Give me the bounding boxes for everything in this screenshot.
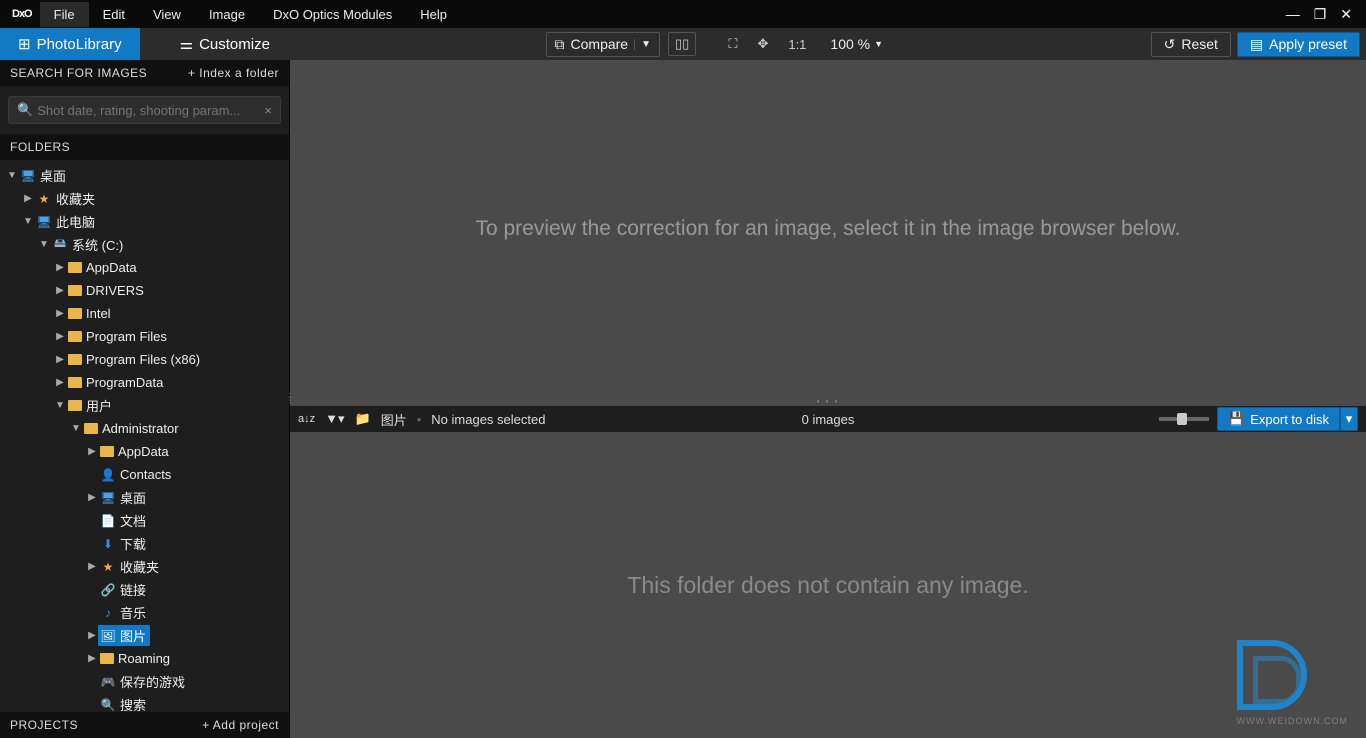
preview-message: To preview the correction for an image, … bbox=[475, 217, 1180, 241]
sliders-icon: ⚌ bbox=[180, 35, 193, 53]
search-input[interactable] bbox=[37, 103, 258, 118]
menu-image[interactable]: Image bbox=[195, 2, 259, 27]
split-view-button[interactable]: ▯▯ bbox=[668, 32, 696, 56]
browser-selection: No images selected bbox=[431, 412, 545, 427]
export-button[interactable]: 💾 Export to disk bbox=[1217, 407, 1340, 431]
menu-optics[interactable]: DxO Optics Modules bbox=[259, 2, 406, 27]
tree-programdata[interactable]: ▶ProgramData bbox=[0, 371, 289, 394]
folder-icon: 📁 bbox=[355, 411, 371, 427]
window-controls: — ❐ ✕ bbox=[1286, 6, 1362, 23]
search-header: SEARCH FOR IMAGES + Index a folder bbox=[0, 60, 289, 86]
tree-intel[interactable]: ▶Intel bbox=[0, 302, 289, 325]
thumbnail-size-slider[interactable] bbox=[1159, 417, 1209, 421]
ratio-button[interactable]: 1:1 bbox=[782, 34, 812, 55]
tree-contacts[interactable]: 👤Contacts bbox=[0, 463, 289, 486]
tree-pictures[interactable]: ▶🖼图片 bbox=[0, 624, 289, 647]
menu-view[interactable]: View bbox=[139, 2, 195, 27]
tab-photolibrary-label: PhotoLibrary bbox=[37, 36, 122, 53]
tree-program-files[interactable]: ▶Program Files bbox=[0, 325, 289, 348]
tree-favorites[interactable]: ▶★收藏夹 bbox=[0, 187, 289, 210]
browser-path: 图片 bbox=[381, 410, 407, 429]
tree-searches[interactable]: 🔍搜索 bbox=[0, 693, 289, 712]
reset-icon: ↺ bbox=[1164, 36, 1176, 53]
disk-icon: 💾 bbox=[1228, 411, 1244, 427]
browser-header: a↓z ▼▾ 📁 图片 • No images selected 0 image… bbox=[290, 406, 1366, 432]
watermark: WWW.WEIDOWN.COM bbox=[1237, 640, 1348, 726]
horizontal-splitter[interactable]: • • • bbox=[290, 398, 1366, 406]
tree-admin-favorites[interactable]: ▶★收藏夹 bbox=[0, 555, 289, 578]
watermark-logo-icon bbox=[1237, 640, 1307, 710]
maximize-icon[interactable]: ❐ bbox=[1314, 6, 1327, 23]
grid-icon: ⊞ bbox=[18, 35, 31, 53]
tree-music[interactable]: ♪音乐 bbox=[0, 601, 289, 624]
sort-button[interactable]: a↓z bbox=[298, 413, 315, 425]
folder-tree: ▼🖥桌面 ▶★收藏夹 ▼🖥此电脑 ▼🖴系统 (C:) ▶AppData ▶DRI… bbox=[0, 160, 289, 712]
main-toolbar: ⊞ PhotoLibrary ⚌ Customize ⧉ Compare ▼ ▯… bbox=[0, 28, 1366, 60]
browser-empty-message: This folder does not contain any image. bbox=[627, 572, 1028, 599]
search-icon: 🔍 bbox=[17, 102, 33, 118]
reset-button[interactable]: ↺ Reset bbox=[1151, 32, 1231, 57]
browser-body: This folder does not contain any image. … bbox=[290, 432, 1366, 738]
tab-customize-label: Customize bbox=[199, 36, 270, 53]
export-label: Export to disk bbox=[1250, 412, 1329, 427]
browser-count: 0 images bbox=[802, 412, 855, 427]
compare-label: Compare bbox=[571, 36, 629, 52]
apply-preset-button[interactable]: ▤ Apply preset bbox=[1237, 32, 1360, 57]
tree-desktop[interactable]: ▼🖥桌面 bbox=[0, 164, 289, 187]
tree-links[interactable]: 🔗链接 bbox=[0, 578, 289, 601]
preview-pane: To preview the correction for an image, … bbox=[290, 60, 1366, 398]
folders-header: FOLDERS bbox=[0, 134, 289, 160]
menu-edit[interactable]: Edit bbox=[89, 2, 139, 27]
tree-roaming[interactable]: ▶Roaming bbox=[0, 647, 289, 670]
watermark-text: WWW.WEIDOWN.COM bbox=[1237, 716, 1348, 726]
tree-appdata[interactable]: ▶AppData bbox=[0, 256, 289, 279]
main-area: SEARCH FOR IMAGES + Index a folder 🔍 × F… bbox=[0, 60, 1366, 738]
add-project-link[interactable]: + Add project bbox=[202, 718, 279, 732]
search-box[interactable]: 🔍 × bbox=[8, 96, 281, 124]
minimize-icon[interactable]: — bbox=[1286, 6, 1300, 23]
tab-photolibrary[interactable]: ⊞ PhotoLibrary bbox=[0, 28, 140, 60]
tree-admin-appdata[interactable]: ▶AppData bbox=[0, 440, 289, 463]
tree-saved-games[interactable]: 🎮保存的游戏 bbox=[0, 670, 289, 693]
export-dropdown[interactable]: ▾ bbox=[1340, 407, 1358, 431]
tree-downloads[interactable]: ⬇下载 bbox=[0, 532, 289, 555]
chevron-down-icon: ▼ bbox=[874, 39, 883, 49]
menu-help[interactable]: Help bbox=[406, 2, 461, 27]
search-header-label: SEARCH FOR IMAGES bbox=[10, 66, 147, 80]
tab-customize[interactable]: ⚌ Customize bbox=[162, 28, 288, 60]
close-icon[interactable]: ✕ bbox=[1340, 6, 1352, 23]
tree-this-pc[interactable]: ▼🖥此电脑 bbox=[0, 210, 289, 233]
preset-icon: ▤ bbox=[1250, 36, 1263, 53]
apply-preset-label: Apply preset bbox=[1269, 36, 1347, 52]
main-menu: File Edit View Image DxO Optics Modules … bbox=[40, 2, 461, 27]
sidebar: SEARCH FOR IMAGES + Index a folder 🔍 × F… bbox=[0, 60, 290, 738]
zoom-value: 100 % bbox=[830, 36, 870, 52]
move-button[interactable]: ✥ bbox=[751, 33, 774, 55]
filter-button[interactable]: ▼▾ bbox=[325, 411, 344, 427]
clear-search-icon[interactable]: × bbox=[258, 103, 272, 118]
app-logo: DxO bbox=[12, 8, 32, 20]
tree-program-files-x86[interactable]: ▶Program Files (x86) bbox=[0, 348, 289, 371]
tree-documents[interactable]: 📄文档 bbox=[0, 509, 289, 532]
projects-header: PROJECTS + Add project bbox=[0, 712, 289, 738]
content-area: ⋮⋮ To preview the correction for an imag… bbox=[290, 60, 1366, 738]
folders-header-label: FOLDERS bbox=[10, 140, 70, 154]
compare-button[interactable]: ⧉ Compare ▼ bbox=[546, 32, 661, 57]
tree-drivers[interactable]: ▶DRIVERS bbox=[0, 279, 289, 302]
tree-administrator[interactable]: ▼Administrator bbox=[0, 417, 289, 440]
tree-users[interactable]: ▼用户 bbox=[0, 394, 289, 417]
compare-icon: ⧉ bbox=[555, 36, 565, 53]
tree-system-c[interactable]: ▼🖴系统 (C:) bbox=[0, 233, 289, 256]
chevron-down-icon: ▼ bbox=[634, 39, 651, 50]
reset-label: Reset bbox=[1181, 36, 1218, 52]
fit-button[interactable]: ⛶ bbox=[722, 33, 743, 55]
projects-header-label: PROJECTS bbox=[10, 718, 78, 732]
index-folder-link[interactable]: + Index a folder bbox=[188, 66, 279, 80]
tree-admin-desktop[interactable]: ▶🖥桌面 bbox=[0, 486, 289, 509]
zoom-select[interactable]: 100 % ▼ bbox=[820, 33, 893, 55]
menu-file[interactable]: File bbox=[40, 2, 89, 27]
title-bar: DxO File Edit View Image DxO Optics Modu… bbox=[0, 0, 1366, 28]
